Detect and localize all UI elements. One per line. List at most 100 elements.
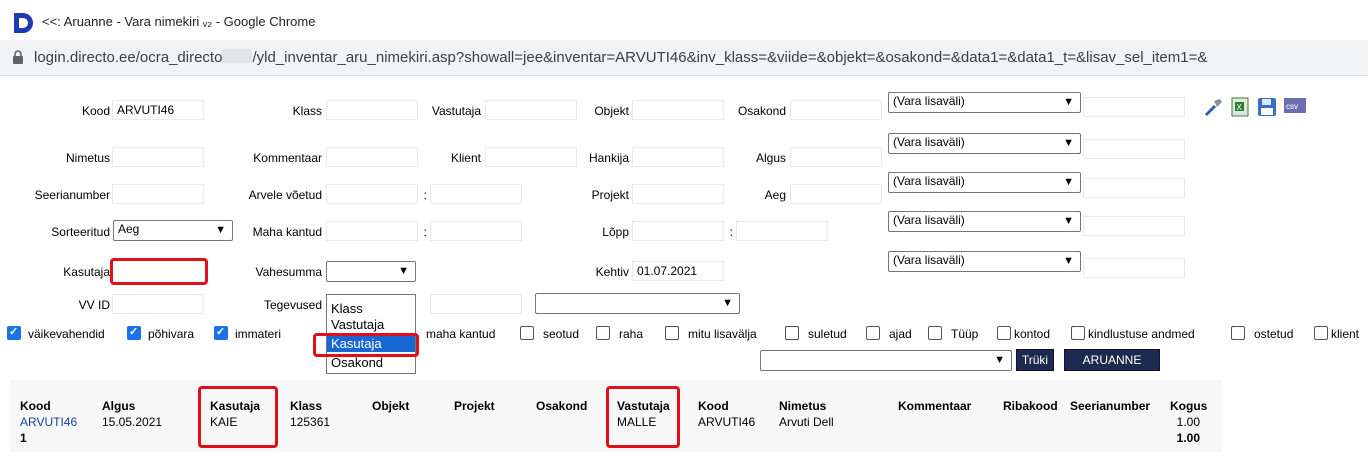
vv-id-input[interactable] [112, 294, 204, 314]
chevron-down-icon: ▼ [215, 224, 226, 236]
row-nimetus: Arvuti Dell [779, 415, 834, 429]
col-algus-header: Algus [102, 399, 136, 413]
algus-input[interactable] [790, 147, 882, 167]
arvele-to-input[interactable] [430, 184, 522, 204]
vara-lisavali-select-3[interactable]: (Vara lisaväli) ▼ [888, 172, 1081, 193]
algus-label: Algus [755, 151, 786, 165]
svg-text:csv: csv [1286, 102, 1298, 111]
sorteeritud-select[interactable]: Aeg ▼ [113, 220, 233, 241]
vara-lisavali-input-3[interactable] [1083, 178, 1185, 198]
row-kood-link[interactable]: ARVUTI46 [20, 415, 77, 429]
report-table [10, 380, 1222, 452]
lopp-label: Lõpp [602, 225, 629, 239]
vahesumma-label: Vahesumma [255, 265, 322, 279]
kood-input[interactable]: ARVUTI46 [112, 100, 204, 120]
option-osakond[interactable]: Osakond [327, 355, 415, 371]
vahesumma-dropdown-list: Klass Vastutaja Kasutaja Osakond [326, 294, 416, 374]
immateriaalne-checkbox[interactable] [214, 325, 228, 340]
klient-checkbox[interactable] [1314, 326, 1328, 340]
mitu-lisavalja-label: mitu lisavälja [688, 327, 757, 341]
arvele-from-input[interactable] [326, 184, 418, 204]
col-klass-header: Klass [290, 399, 323, 413]
option-kasutaja[interactable]: Kasutaja [327, 336, 415, 352]
vara-lisavali-input-2[interactable] [1083, 139, 1185, 159]
seerianumber-label: Seerianumber [34, 188, 110, 202]
lopp-from-input[interactable] [632, 221, 724, 241]
col-seerianumber-header: Seerianumber [1070, 399, 1151, 413]
chevron-down-icon: ▼ [1063, 215, 1074, 227]
kasutaja-input[interactable] [110, 258, 208, 285]
vv-id-label: VV ID [78, 298, 110, 312]
url-text[interactable]: login.directo.ee/ocra_directo/yld_invent… [34, 49, 1207, 66]
chevron-down-icon: ▼ [398, 265, 409, 277]
vara-lisavali-select-1[interactable]: (Vara lisaväli) ▼ [888, 92, 1081, 113]
vara-lisavali-select-4[interactable]: (Vara lisaväli) ▼ [888, 211, 1081, 232]
pohivara-checkbox[interactable] [127, 325, 141, 340]
vastutaja-label: Vastutaja [431, 104, 481, 118]
maha-kantud-to-input[interactable] [430, 221, 522, 241]
row-klass: 125361 [290, 415, 331, 429]
nimetus-input[interactable] [112, 147, 204, 167]
ostetud-checkbox[interactable] [1231, 326, 1245, 340]
tuup-checkbox[interactable] [928, 326, 942, 340]
kontod-checkbox[interactable] [997, 326, 1011, 340]
vara-lisavali-input-1[interactable] [1083, 97, 1185, 117]
vara-lisavali-value: (Vara lisaväli) [893, 94, 965, 108]
aeg-label: Aeg [764, 188, 786, 202]
seerianumber-input[interactable] [112, 184, 204, 204]
osakond-input[interactable] [790, 100, 882, 120]
vaikevahendid-checkbox[interactable] [7, 325, 21, 340]
vara-lisavali-value: (Vara lisaväli) [893, 213, 965, 227]
raha-checkbox[interactable] [596, 326, 610, 340]
range-separator: : [423, 188, 427, 202]
tegevused-label: Tegevused [263, 298, 322, 312]
hankija-label: Hankija [588, 151, 629, 165]
tegevused-to-input[interactable] [430, 294, 522, 314]
vara-lisavali-select-5[interactable]: (Vara lisaväli) ▼ [888, 251, 1081, 272]
col-kood-header: Kood [20, 399, 51, 413]
maha-kantud-from-input[interactable] [326, 221, 418, 241]
row-algus: 15.05.2021 [102, 415, 163, 429]
save-icon[interactable] [1256, 96, 1278, 118]
truki-button[interactable]: Trüki [1016, 349, 1054, 371]
vara-lisavali-input-5[interactable] [1083, 258, 1185, 278]
kasutaja-label: Kasutaja [63, 265, 110, 279]
objekt-input[interactable] [632, 100, 724, 120]
chevron-down-icon: ▼ [1063, 255, 1074, 267]
hankija-input[interactable] [632, 147, 724, 167]
settings-tools-icon[interactable] [1203, 96, 1225, 118]
suletud-checkbox[interactable] [785, 326, 799, 340]
suletud-label: suletud [808, 327, 847, 341]
print-template-select[interactable]: ▼ [760, 350, 1012, 371]
tegevused-type-select[interactable]: ▼ [535, 293, 740, 314]
chevron-down-icon: ▼ [1063, 176, 1074, 188]
csv-icon[interactable]: csv [1283, 96, 1307, 116]
excel-icon[interactable]: X [1230, 96, 1250, 118]
ajad-checkbox[interactable] [866, 326, 880, 340]
col-ribakood-header: Ribakood [1003, 399, 1058, 413]
projekt-input[interactable] [632, 184, 724, 204]
aeg-input[interactable] [790, 184, 882, 204]
row-kood2: ARVUTI46 [698, 415, 756, 429]
option-klass[interactable]: Klass [327, 301, 415, 317]
mitu-lisavalja-checkbox[interactable] [665, 326, 679, 340]
kindlustuse-checkbox[interactable] [1071, 326, 1085, 340]
url-part-path: /yld_inventar_aru_nimekiri.asp?showall=j… [252, 49, 1208, 66]
lopp-to-input[interactable] [736, 221, 828, 241]
kehtiv-input[interactable]: 01.07.2021 [632, 261, 724, 281]
klient-cb-label: klient [1331, 327, 1360, 341]
klient-label: Klient [450, 151, 481, 165]
kood-label: Kood [81, 104, 110, 118]
option-vastutaja[interactable]: Vastutaja [327, 317, 415, 333]
kehtiv-label: Kehtiv [595, 265, 629, 279]
kommentaar-input[interactable] [326, 147, 418, 167]
vara-lisavali-value: (Vara lisaväli) [893, 135, 965, 149]
vahesumma-select[interactable]: ▼ [326, 261, 416, 282]
col-kommentaar-header: Kommentaar [898, 399, 972, 413]
col-kogus-header: Kogus [1170, 399, 1208, 413]
vara-lisavali-input-4[interactable] [1083, 216, 1185, 236]
pohivara-label: põhivara [148, 327, 195, 341]
seotud-checkbox[interactable] [520, 326, 534, 340]
aruanne-button[interactable]: ARUANNE [1064, 349, 1160, 371]
vara-lisavali-select-2[interactable]: (Vara lisaväli) ▼ [888, 133, 1081, 154]
